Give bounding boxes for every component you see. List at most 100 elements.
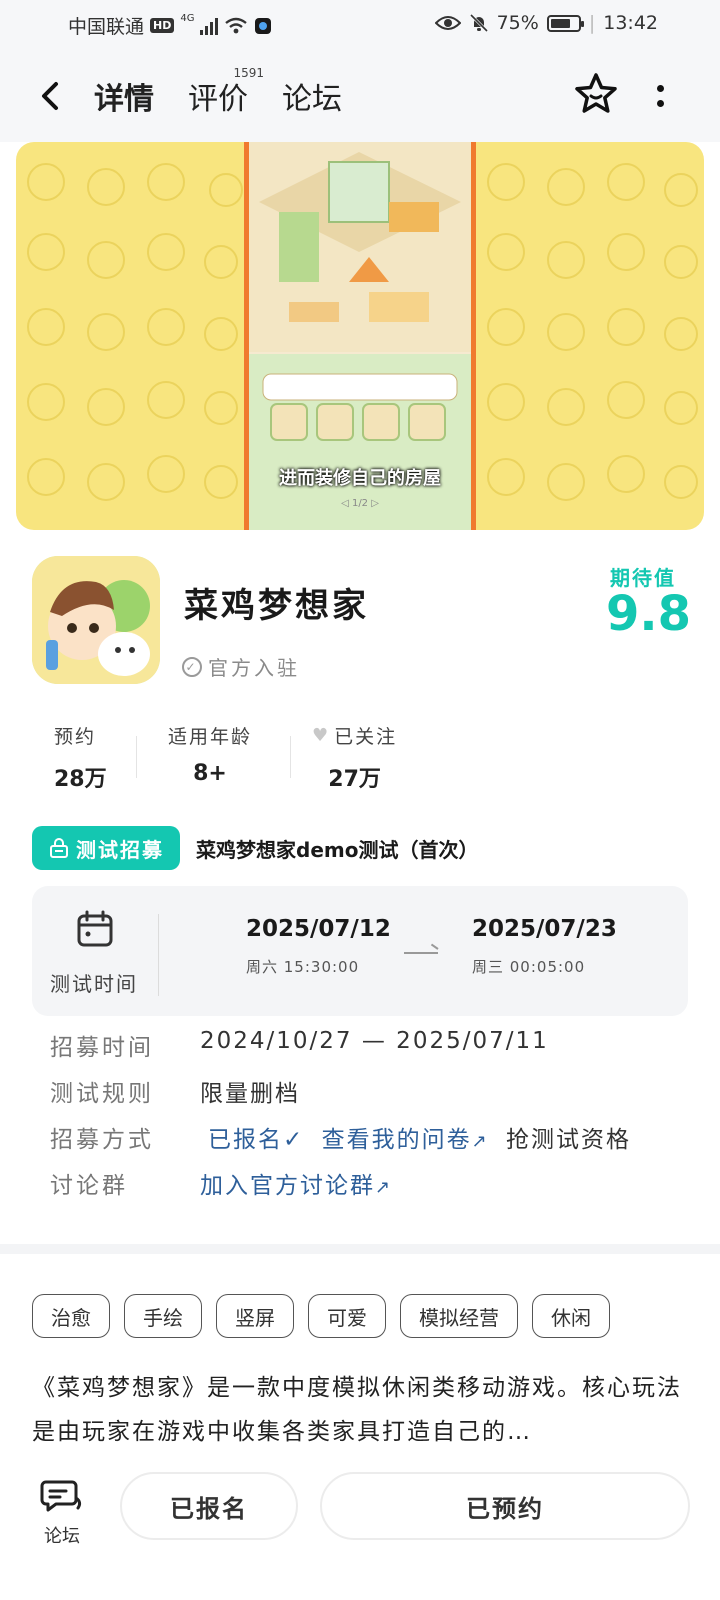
tag-item[interactable]: 治愈 bbox=[32, 1294, 110, 1338]
join-group-text: 加入官方讨论群 bbox=[200, 1173, 375, 1199]
review-count: 1591 bbox=[233, 66, 264, 80]
external-link-icon: ↗ bbox=[375, 1177, 393, 1198]
join-group-link[interactable]: 加入官方讨论群↗ bbox=[200, 1166, 392, 1200]
stat-value: 28万 bbox=[54, 767, 107, 792]
game-screenshot: 进而装修自己的房屋 ◁ 1/2 ▷ bbox=[244, 142, 476, 530]
official-label: 官方入驻 bbox=[208, 656, 300, 680]
eye-icon bbox=[434, 16, 461, 30]
app-icon-art bbox=[32, 556, 160, 684]
signed-up-link[interactable]: 已报名✓ bbox=[208, 1127, 304, 1153]
card-divider bbox=[158, 914, 159, 996]
signal-icon bbox=[200, 17, 219, 35]
info-value-recruit-method: 已报名✓ 查看我的问卷↗ 抢测试资格 bbox=[208, 1120, 631, 1154]
network-type: 4G bbox=[180, 13, 195, 24]
dot bbox=[656, 100, 664, 107]
forum-label: 论坛 bbox=[44, 1526, 80, 1547]
status-divider: | bbox=[588, 12, 596, 34]
recruit-badge-label: 测试招募 bbox=[76, 837, 164, 862]
tab-forum-label: 论坛 bbox=[282, 82, 342, 117]
status-right: 75% | 13:42 bbox=[434, 12, 658, 34]
section-divider bbox=[0, 1244, 720, 1254]
favorite-button[interactable] bbox=[572, 70, 620, 118]
tag-item[interactable]: 手绘 bbox=[124, 1294, 202, 1338]
stat-label: 适用年龄 bbox=[168, 726, 253, 748]
stat-followers[interactable]: ♥ 已关注 27万 bbox=[312, 722, 397, 793]
stat-value: 8+ bbox=[193, 761, 227, 786]
chevron-left-icon bbox=[42, 82, 58, 110]
forum-button[interactable]: 论坛 bbox=[38, 1476, 86, 1548]
external-link-icon: ↗ bbox=[471, 1131, 489, 1152]
status-bar: 中国联通 HD 4G 75% | 13:42 bbox=[0, 0, 720, 50]
bell-muted-icon bbox=[469, 13, 488, 33]
star-icon bbox=[575, 73, 617, 113]
bottom-action-bar: 论坛 已报名 已预约 bbox=[0, 1462, 720, 1600]
heart-icon: ♥ bbox=[312, 725, 331, 746]
info-value-test-rule: 限量删档 bbox=[200, 1081, 300, 1107]
stat-reservations: 预约 28万 bbox=[54, 722, 107, 793]
stat-divider bbox=[290, 736, 291, 778]
end-date: 2025/07/23 bbox=[472, 916, 617, 942]
wifi-icon bbox=[225, 17, 248, 33]
carrier-name: 中国联通 bbox=[68, 16, 145, 38]
check-circle-icon: ✓ bbox=[182, 656, 202, 677]
official-badge: ✓ 官方入驻 bbox=[182, 652, 300, 681]
start-date: 2025/07/12 bbox=[246, 916, 391, 942]
info-label-recruit-time: 招募时间 bbox=[50, 1035, 154, 1061]
start-time: 周六 15:30:00 bbox=[246, 958, 360, 976]
end-time: 周三 00:05:00 bbox=[472, 958, 586, 976]
stat-label: 已关注 bbox=[334, 726, 398, 748]
status-left: 中国联通 HD 4G bbox=[68, 12, 272, 39]
tag-item[interactable]: 模拟经营 bbox=[400, 1294, 518, 1338]
more-button[interactable] bbox=[650, 76, 670, 116]
top-nav: 详情 评价 1591 论坛 bbox=[0, 50, 720, 142]
questionnaire-link[interactable]: 查看我的问卷↗ bbox=[322, 1127, 489, 1153]
banner-caption: 进而装修自己的房屋 bbox=[279, 468, 441, 489]
tab-details-label: 详情 bbox=[94, 82, 154, 117]
tab-forum[interactable]: 论坛 bbox=[282, 74, 342, 118]
expect-value: 9.8 bbox=[606, 586, 692, 642]
tab-reviews-label: 评价 bbox=[188, 82, 248, 117]
tab-bar: 详情 评价 1591 论坛 bbox=[86, 66, 342, 120]
tag-list: 治愈 手绘 竖屏 可爱 模拟经营 休闲 bbox=[32, 1294, 610, 1338]
stat-label: 预约 bbox=[54, 726, 97, 748]
clock-time: 13:42 bbox=[603, 12, 658, 34]
check-icon: ✓ bbox=[283, 1127, 305, 1153]
end-date-block: 2025/07/23 周三 00:05:00 bbox=[472, 916, 617, 977]
recruit-badge: 测试招募 bbox=[32, 826, 180, 870]
hd-icon: HD bbox=[150, 18, 175, 33]
game-description[interactable]: 《菜鸡梦想家》是一款中度模拟休闲类移动游戏。核心玩法是由玩家在游戏中收集各类家具… bbox=[32, 1366, 688, 1454]
test-time-label: 测试时间 bbox=[50, 972, 138, 996]
tab-details[interactable]: 详情 bbox=[86, 74, 162, 120]
tag-item[interactable]: 可爱 bbox=[308, 1294, 386, 1338]
battery-percent: 75% bbox=[496, 12, 539, 34]
dot bbox=[656, 85, 664, 92]
stat-age: 适用年龄 8+ bbox=[168, 722, 252, 786]
info-label-recruit-method: 招募方式 bbox=[50, 1127, 154, 1153]
arrow-right-icon bbox=[404, 952, 438, 954]
test-time-card: 测试时间 2025/07/12 周六 15:30:00 2025/07/23 周… bbox=[32, 886, 688, 1016]
app-name: 菜鸡梦想家 bbox=[184, 586, 369, 626]
info-label-test-rule: 测试规则 bbox=[50, 1081, 154, 1107]
banner-pager: ◁ 1/2 ▷ bbox=[341, 498, 379, 509]
info-value-recruit-time: 2024/10/27 — 2025/07/11 bbox=[200, 1028, 549, 1054]
battery-icon bbox=[546, 14, 584, 32]
battery-fill bbox=[550, 18, 571, 28]
questionnaire-text: 查看我的问卷 bbox=[321, 1127, 472, 1153]
start-date-block: 2025/07/12 周六 15:30:00 bbox=[246, 916, 391, 977]
pager-text: 1/2 bbox=[351, 498, 369, 509]
stat-label-row: ♥ 已关注 bbox=[312, 722, 397, 749]
qualify-text[interactable]: 抢测试资格 bbox=[506, 1127, 631, 1153]
calendar-icon bbox=[77, 910, 113, 947]
recruit-icon bbox=[50, 838, 68, 858]
media-banner[interactable]: 进而装修自己的房屋 ◁ 1/2 ▷ bbox=[16, 142, 704, 530]
recruit-title: 菜鸡梦想家demo测试（首次） bbox=[196, 838, 479, 862]
app-notification-icon bbox=[255, 17, 272, 34]
signed-up-button[interactable]: 已报名 bbox=[120, 1472, 298, 1540]
back-button[interactable] bbox=[36, 76, 76, 116]
app-icon bbox=[32, 556, 160, 684]
tag-item[interactable]: 休闲 bbox=[532, 1294, 610, 1338]
signed-up-text: 已报名 bbox=[208, 1127, 283, 1153]
tag-item[interactable]: 竖屏 bbox=[216, 1294, 294, 1338]
tab-reviews[interactable]: 评价 1591 bbox=[188, 66, 264, 118]
reserved-button[interactable]: 已预约 bbox=[320, 1472, 690, 1540]
